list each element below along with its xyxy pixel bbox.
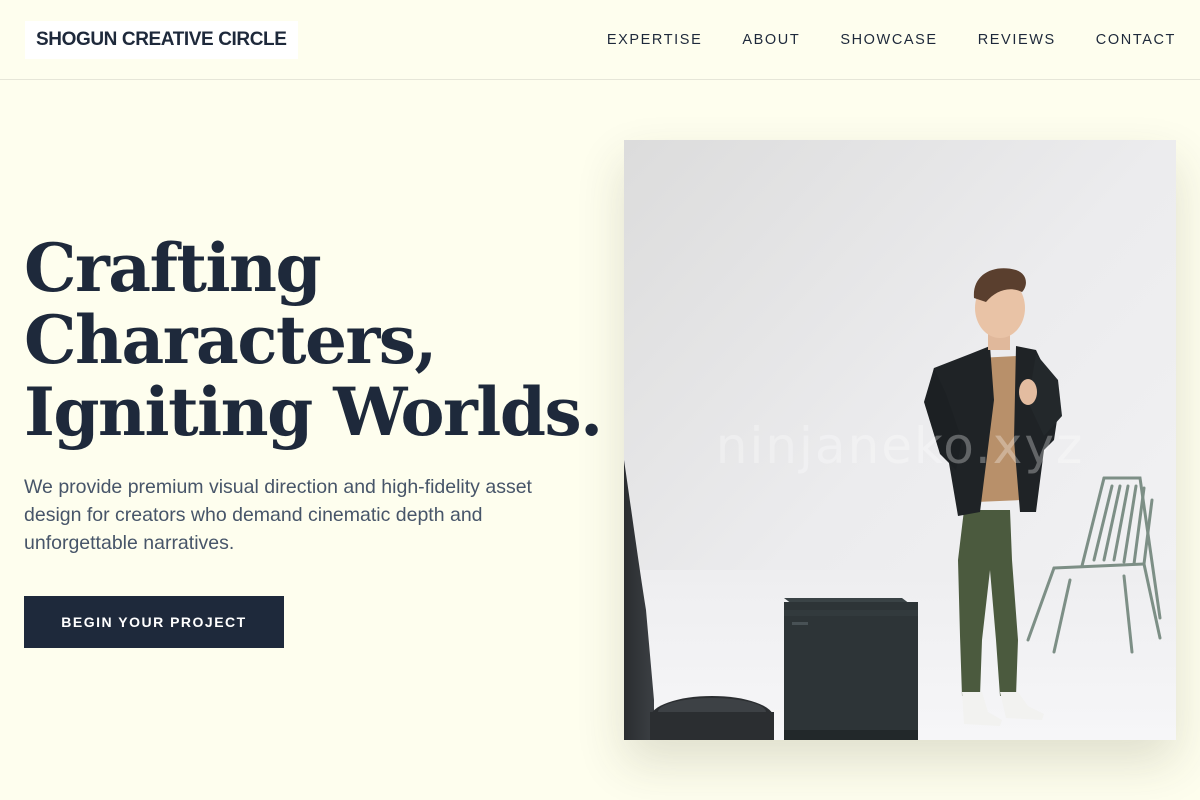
site-header: SHOGUN CREATIVE CIRCLE EXPERTISE ABOUT S… <box>0 0 1200 80</box>
studio-photo-illustration <box>624 140 1176 740</box>
brand-logo[interactable]: SHOGUN CREATIVE CIRCLE <box>25 21 298 59</box>
hero-title-line: Igniting Worlds. <box>24 373 603 451</box>
hero-subtitle: We provide premium visual direction and … <box>24 476 532 554</box>
hero-title-line: Characters, <box>24 301 437 379</box>
nav-link-showcase[interactable]: SHOWCASE <box>840 32 937 48</box>
nav-link-reviews[interactable]: REVIEWS <box>978 32 1056 48</box>
nav-link-contact[interactable]: CONTACT <box>1096 32 1176 48</box>
nav-link-about[interactable]: ABOUT <box>742 32 800 48</box>
hero-photo: ninjaneko.xyz <box>624 140 1176 740</box>
begin-project-button[interactable]: BEGIN YOUR PROJECT <box>24 596 284 648</box>
main-nav: EXPERTISE ABOUT SHOWCASE REVIEWS CONTACT <box>607 0 1176 80</box>
nav-link-expertise[interactable]: EXPERTISE <box>607 32 703 48</box>
hero-title-line: Crafting <box>24 229 322 307</box>
hero-title: Crafting Characters, Igniting Worlds. <box>24 232 604 448</box>
